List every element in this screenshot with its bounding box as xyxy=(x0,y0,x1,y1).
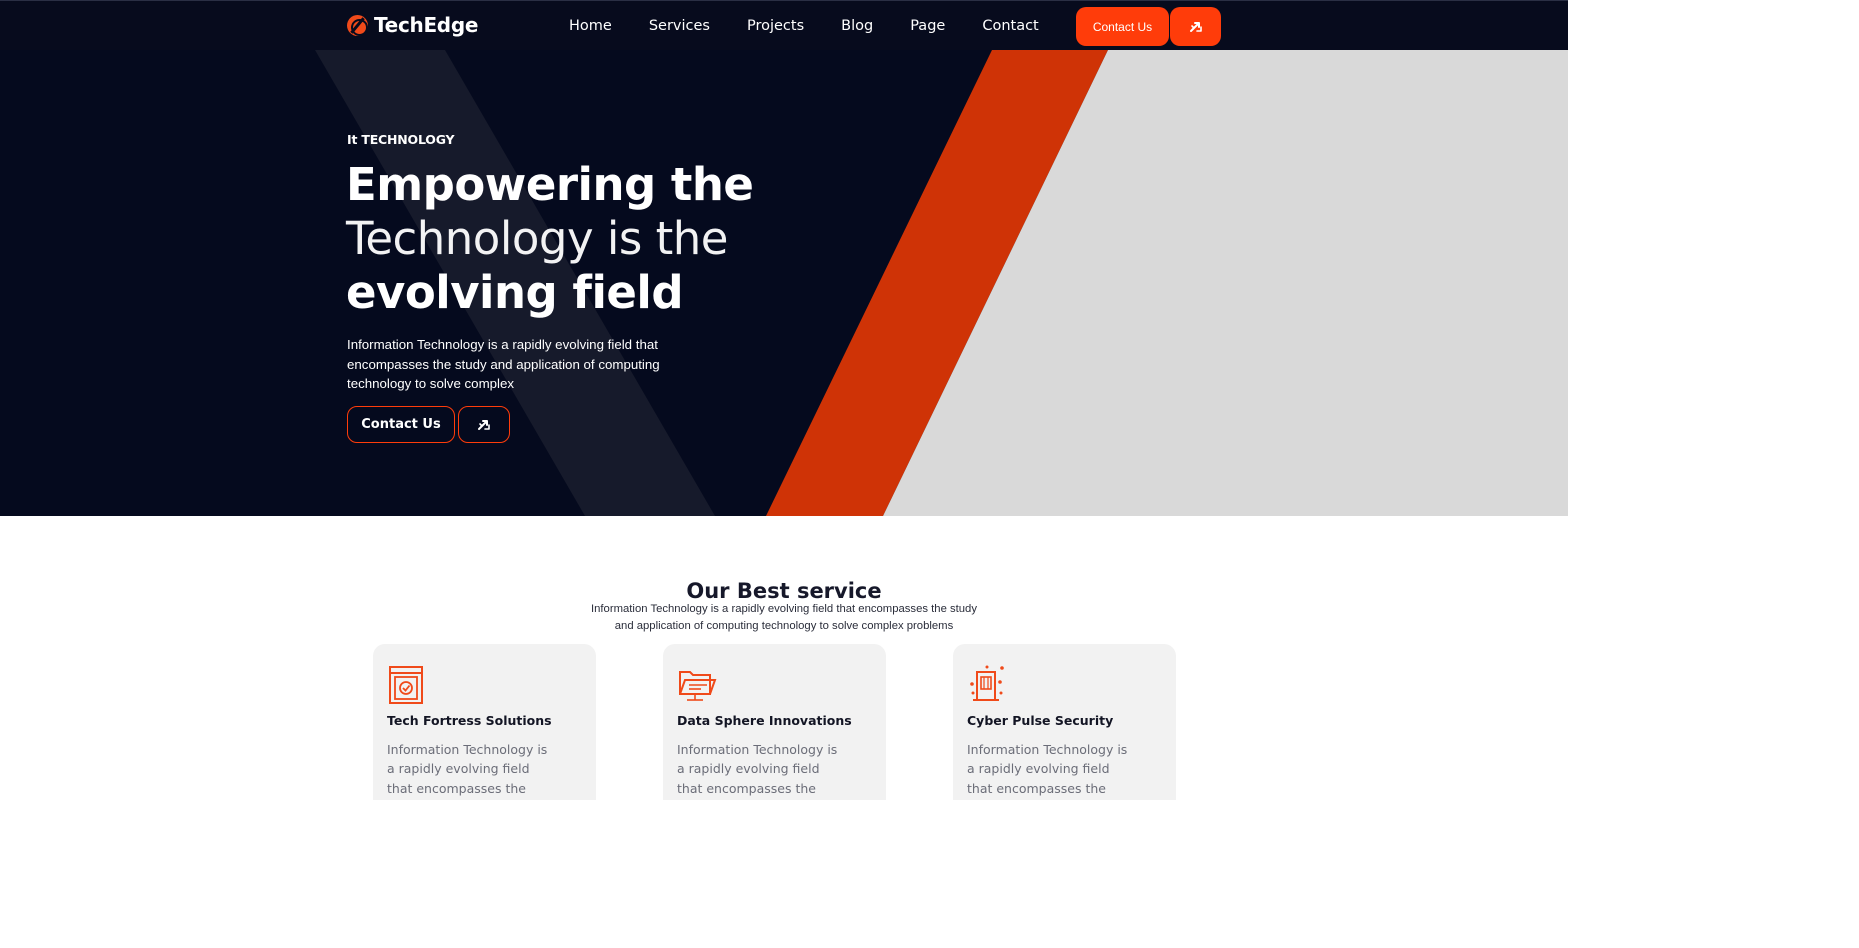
secure-window-icon xyxy=(389,666,423,704)
service-card-description: Information Technology is a rapidly evol… xyxy=(967,742,1128,800)
main-nav: Home Services Projects Blog Page Contact xyxy=(569,18,1076,34)
header-contact-button[interactable]: Contact Us xyxy=(1076,7,1169,46)
service-card-title: Data Sphere Innovations xyxy=(677,713,852,728)
page: TechEdge Home Services Projects Blog Pag… xyxy=(0,0,1568,800)
service-card-cyber-pulse[interactable]: Cyber Pulse Security Information Technol… xyxy=(953,644,1176,800)
secure-building-icon xyxy=(970,665,1004,701)
hero-section: It TECHNOLOGY Empowering the Technology … xyxy=(0,50,1568,516)
hero-headline-line1: Empowering the xyxy=(346,158,754,211)
hero-arrow-button[interactable] xyxy=(458,406,510,443)
nav-item-blog[interactable]: Blog xyxy=(841,18,873,34)
services-title: Our Best service xyxy=(686,579,882,603)
hero-headline-line3: evolving field xyxy=(346,266,684,319)
nav-item-services[interactable]: Services xyxy=(649,18,710,34)
hero-headline: Empowering the Technology is the evolvin… xyxy=(346,158,754,320)
hero-description: Information Technology is a rapidly evol… xyxy=(347,337,660,391)
data-folder-icon xyxy=(679,671,717,701)
logo-icon xyxy=(347,14,368,36)
service-card-data-sphere[interactable]: Data Sphere Innovations Information Tech… xyxy=(663,644,886,800)
service-card-title: Cyber Pulse Security xyxy=(967,713,1114,728)
nav-item-contact[interactable]: Contact xyxy=(982,18,1038,34)
hero-contact-button[interactable]: Contact Us xyxy=(347,406,455,443)
shuffle-arrows-icon xyxy=(1189,21,1202,32)
service-card-tech-fortress[interactable]: Tech Fortress Solutions Information Tech… xyxy=(373,644,596,800)
hero-background-shapes xyxy=(315,50,1568,516)
hero-eyebrow: It TECHNOLOGY xyxy=(347,132,455,147)
site-header: TechEdge Home Services Projects Blog Pag… xyxy=(0,0,1568,50)
service-card-title: Tech Fortress Solutions xyxy=(387,713,552,728)
service-card-description: Information Technology is a rapidly evol… xyxy=(387,742,548,800)
header-arrow-button[interactable] xyxy=(1170,7,1221,46)
shuffle-arrows-icon xyxy=(478,419,490,430)
nav-item-page[interactable]: Page xyxy=(910,18,945,34)
logo[interactable]: TechEdge xyxy=(347,13,478,37)
logo-text: TechEdge xyxy=(374,13,479,37)
hero-headline-line2: Technology is the xyxy=(346,212,728,265)
nav-item-home[interactable]: Home xyxy=(569,18,612,34)
services-subtitle: Information Technology is a rapidly evol… xyxy=(591,603,977,632)
service-card-description: Information Technology is a rapidly evol… xyxy=(677,742,838,800)
nav-item-projects[interactable]: Projects xyxy=(747,18,804,34)
